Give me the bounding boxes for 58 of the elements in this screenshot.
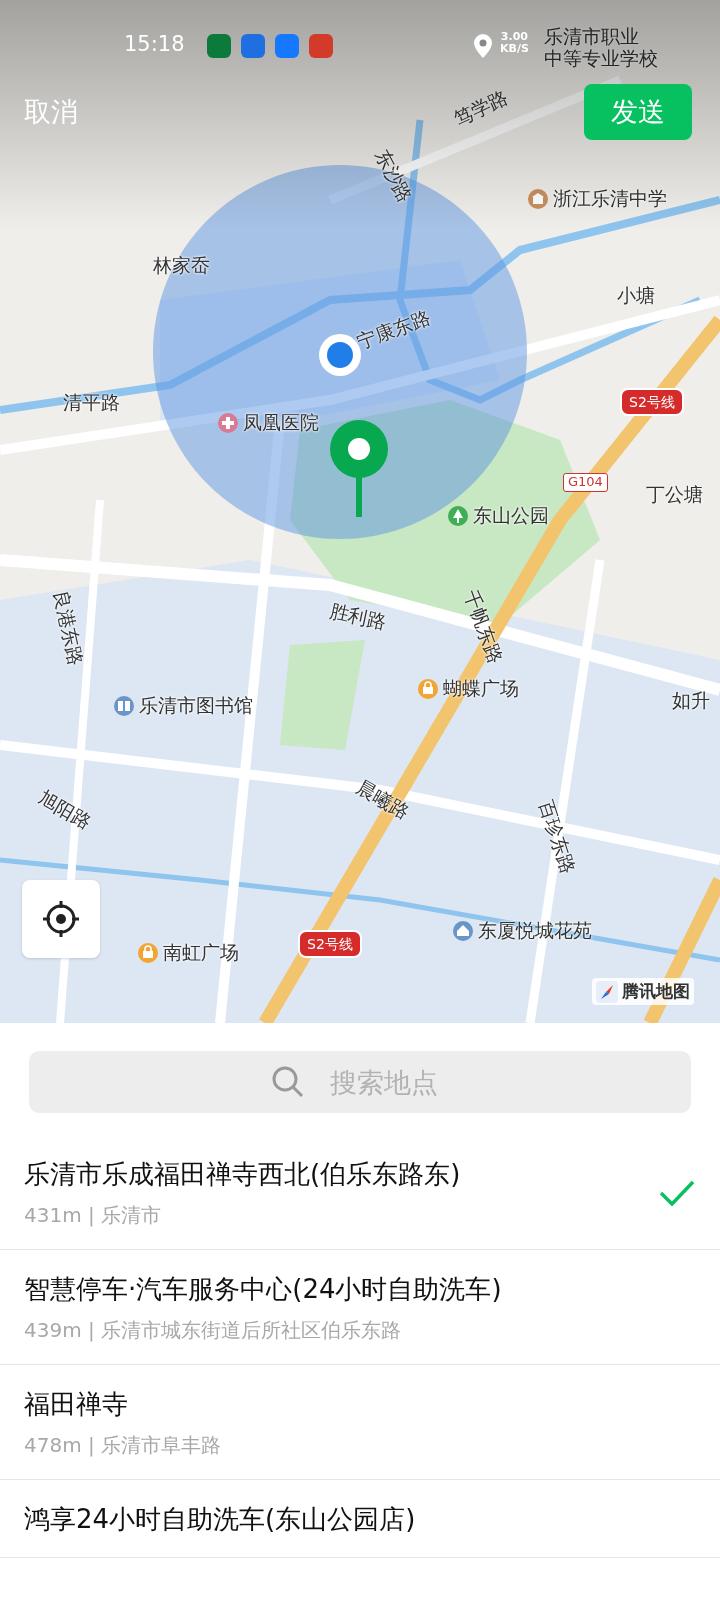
location-name: 乐清市乐成福田禅寺西北(伯乐东路东) bbox=[24, 1158, 462, 1191]
place-label: 如升 bbox=[672, 690, 710, 712]
location-item[interactable]: 福田禅寺 478m | 乐清市阜丰路 bbox=[0, 1365, 720, 1480]
road-label: 千帆东路 bbox=[459, 587, 507, 667]
road-label: 东沙路 bbox=[370, 145, 417, 207]
route-shield: G104 bbox=[563, 473, 608, 492]
map-pin-icon bbox=[330, 420, 388, 517]
locate-button[interactable] bbox=[22, 880, 100, 958]
location-item[interactable]: 智慧停车·汽车服务中心(24小时自助洗车) 439m | 乐清市城东街道后所社区伯乐东路 bbox=[0, 1250, 720, 1365]
place-label: 清平路 bbox=[63, 392, 120, 414]
poi-label: 南虹广场 bbox=[163, 942, 239, 964]
location-name: 福田禅寺 bbox=[24, 1388, 129, 1421]
net-unit: KB/S bbox=[500, 43, 529, 56]
highway-shield: S2号线 bbox=[620, 388, 684, 417]
road-label: 宁康东路 bbox=[354, 306, 434, 354]
hospital-icon bbox=[218, 412, 238, 433]
app-icon bbox=[241, 34, 265, 58]
place-label: 林家岙 bbox=[153, 255, 210, 277]
app-icon bbox=[309, 34, 333, 58]
road-label: 良港东路 bbox=[49, 588, 87, 668]
house-icon bbox=[453, 920, 473, 941]
net-speed: 3.00 bbox=[500, 31, 529, 44]
poi-label: 乐清市图书馆 bbox=[139, 695, 253, 717]
road-label: 旭阳路 bbox=[34, 786, 95, 834]
location-item[interactable]: 鸿享24小时自助洗车(东山公园店) bbox=[0, 1480, 720, 1558]
location-name: 智慧停车·汽车服务中心(24小时自助洗车) bbox=[24, 1273, 503, 1306]
poi-label: 凤凰医院 bbox=[243, 412, 319, 434]
location-name: 鸿享24小时自助洗车(东山公园店) bbox=[24, 1503, 417, 1536]
poi-label: 东山公园 bbox=[473, 505, 549, 527]
school-icon bbox=[528, 188, 548, 209]
location-item[interactable]: 乐清市乐成福田禅寺西北(伯乐东路东) 431m | 乐清市 bbox=[0, 1135, 720, 1250]
place-label: 中等专业学校 bbox=[544, 48, 658, 70]
target-icon bbox=[41, 899, 81, 939]
road-label: 百珍东路 bbox=[534, 797, 579, 877]
tree-icon bbox=[448, 505, 468, 526]
location-detail: 439m | 乐清市城东街道后所社区伯乐东路 bbox=[24, 1317, 403, 1344]
status-time: 15:18 bbox=[124, 32, 185, 56]
road-label: 胜利路 bbox=[327, 600, 389, 634]
attribution-text: 腾讯地图 bbox=[622, 980, 690, 1003]
search-icon bbox=[271, 1065, 305, 1099]
location-detail: 478m | 乐清市阜丰路 bbox=[24, 1432, 223, 1459]
app-icon bbox=[275, 34, 299, 58]
poi-label: 浙江乐清中学 bbox=[553, 188, 667, 210]
shop-icon bbox=[418, 678, 438, 699]
poi-label: 东厦悦城花苑 bbox=[478, 920, 592, 942]
location-icon bbox=[474, 34, 492, 58]
shop-icon bbox=[138, 942, 158, 963]
road-label: 笃学路 bbox=[450, 86, 512, 131]
place-label: 乐清市职业 bbox=[544, 26, 639, 48]
location-detail: 431m | 乐清市 bbox=[24, 1202, 163, 1229]
place-label: 丁公塘 bbox=[646, 484, 703, 506]
compass-icon bbox=[596, 980, 618, 1003]
place-label: 小塘 bbox=[617, 285, 655, 307]
app-icon bbox=[207, 34, 231, 58]
highway-shield: S2号线 bbox=[298, 930, 362, 959]
road-label: 晨曦路 bbox=[352, 776, 413, 824]
search-field[interactable]: 搜索地点 bbox=[29, 1051, 691, 1113]
book-icon bbox=[114, 695, 134, 716]
